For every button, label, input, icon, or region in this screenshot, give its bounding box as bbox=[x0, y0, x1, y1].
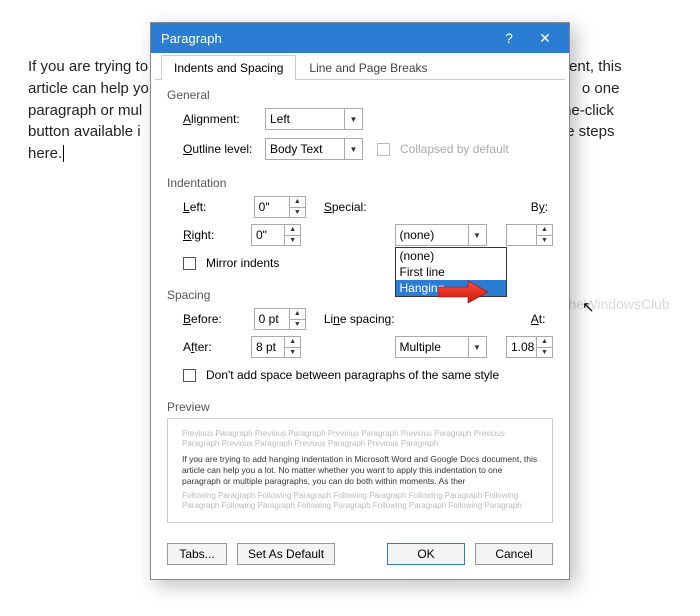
group-general: General bbox=[167, 88, 553, 102]
spinner-up-icon[interactable]: ▲ bbox=[290, 197, 305, 208]
spinner-up-icon[interactable]: ▲ bbox=[290, 309, 305, 320]
spinner-down-icon[interactable]: ▼ bbox=[537, 348, 552, 358]
set-default-button[interactable]: Set As Default bbox=[237, 543, 335, 565]
preview-box: Previous Paragraph Previous Paragraph Pr… bbox=[167, 418, 553, 523]
mirror-indents-checkbox[interactable] bbox=[183, 257, 196, 270]
no-space-label: Don't add space between paragraphs of th… bbox=[206, 368, 499, 382]
indent-right-label: Right: bbox=[183, 228, 247, 242]
special-option-hanging[interactable]: Hanging bbox=[396, 280, 506, 296]
spinner-up-icon[interactable]: ▲ bbox=[285, 337, 300, 348]
chevron-down-icon: ▼ bbox=[468, 337, 486, 357]
line-spacing-select[interactable]: Multiple ▼ bbox=[395, 336, 487, 358]
special-option-none[interactable]: (none) bbox=[396, 248, 506, 264]
chevron-down-icon: ▼ bbox=[344, 109, 362, 129]
spinner-up-icon[interactable]: ▲ bbox=[537, 225, 552, 236]
line-spacing-label: Line spacing: bbox=[324, 312, 401, 326]
group-preview: Preview bbox=[167, 400, 553, 414]
before-spinner[interactable]: 0 pt ▲▼ bbox=[254, 308, 306, 330]
tab-line-page-breaks[interactable]: Line and Page Breaks bbox=[296, 55, 440, 79]
dialog-title: Paragraph bbox=[161, 31, 491, 46]
indent-right-spinner[interactable]: 0" ▲▼ bbox=[251, 224, 301, 246]
spinner-up-icon[interactable]: ▲ bbox=[537, 337, 552, 348]
chevron-down-icon: ▼ bbox=[468, 225, 486, 245]
spinner-up-icon[interactable]: ▲ bbox=[285, 225, 300, 236]
spinner-down-icon[interactable]: ▼ bbox=[290, 320, 305, 330]
group-indentation: Indentation bbox=[167, 176, 553, 190]
indent-left-spinner[interactable]: 0" ▲▼ bbox=[254, 196, 306, 218]
spinner-down-icon[interactable]: ▼ bbox=[285, 348, 300, 358]
chevron-down-icon: ▼ bbox=[344, 139, 362, 159]
tabs-button[interactable]: Tabs... bbox=[167, 543, 227, 565]
special-dropdown-list: (none) First line Hanging bbox=[395, 247, 507, 297]
cancel-button[interactable]: Cancel bbox=[475, 543, 553, 565]
by-spinner[interactable]: ▲▼ bbox=[506, 224, 553, 246]
spinner-down-icon[interactable]: ▼ bbox=[285, 236, 300, 246]
close-button[interactable]: ✕ bbox=[527, 26, 563, 50]
collapsed-checkbox bbox=[377, 143, 390, 156]
special-label: Special: bbox=[324, 200, 401, 214]
before-label: Before: bbox=[183, 312, 250, 326]
by-label: By: bbox=[531, 200, 553, 214]
preview-ghost-next: Following Paragraph Following Paragraph … bbox=[182, 491, 538, 512]
titlebar[interactable]: Paragraph ? ✕ bbox=[151, 23, 569, 53]
alignment-select[interactable]: Left ▼ bbox=[265, 108, 363, 130]
collapsed-label: Collapsed by default bbox=[400, 142, 509, 156]
alignment-label: Alignment: bbox=[183, 112, 261, 126]
spinner-down-icon[interactable]: ▼ bbox=[537, 236, 552, 246]
no-space-checkbox[interactable] bbox=[183, 369, 196, 382]
outline-level-label: Outline level: bbox=[183, 142, 261, 156]
tab-indents-spacing[interactable]: Indents and Spacing bbox=[161, 55, 296, 80]
paragraph-dialog: Paragraph ? ✕ Indents and Spacing Line a… bbox=[150, 22, 570, 580]
special-select[interactable]: (none) ▼ (none) First line Hanging bbox=[395, 224, 487, 246]
spinner-down-icon[interactable]: ▼ bbox=[290, 208, 305, 218]
watermark: TheWindowsClub bbox=[560, 296, 670, 312]
special-option-first-line[interactable]: First line bbox=[396, 264, 506, 280]
preview-sample: If you are trying to add hanging indenta… bbox=[182, 454, 538, 487]
outline-level-select[interactable]: Body Text ▼ bbox=[265, 138, 363, 160]
at-label: At: bbox=[531, 312, 553, 326]
button-row: Tabs... Set As Default OK Cancel bbox=[151, 533, 569, 579]
mouse-cursor-icon: ↖ bbox=[582, 298, 595, 316]
mirror-indents-label: Mirror indents bbox=[206, 256, 279, 270]
at-spinner[interactable]: 1.08 ▲▼ bbox=[506, 336, 553, 358]
after-label: After: bbox=[183, 340, 247, 354]
indent-left-label: Left: bbox=[183, 200, 250, 214]
help-button[interactable]: ? bbox=[491, 26, 527, 50]
tab-strip: Indents and Spacing Line and Page Breaks bbox=[155, 55, 565, 80]
preview-ghost-prev: Previous Paragraph Previous Paragraph Pr… bbox=[182, 429, 538, 450]
ok-button[interactable]: OK bbox=[387, 543, 465, 565]
after-spinner[interactable]: 8 pt ▲▼ bbox=[251, 336, 301, 358]
